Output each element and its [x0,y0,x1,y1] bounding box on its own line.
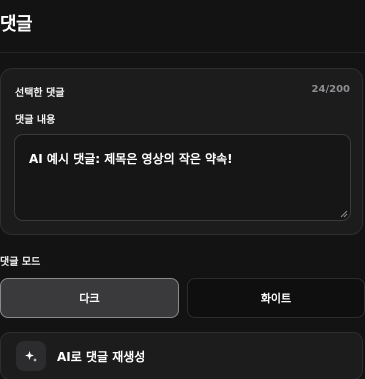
resize-handle-icon[interactable] [340,210,348,218]
comment-panel: 댓글 선택한 댓글 24/200 댓글 내용 AI 예시 댓글: 제목은 영상의… [0,0,365,379]
comment-mode-label: 댓글 모드 [0,257,41,268]
page-title: 댓글 [0,14,33,35]
char-count: 24/200 [311,84,350,95]
regenerate-icon-box [16,341,46,371]
selected-comment-card: 선택한 댓글 24/200 댓글 내용 AI 예시 댓글: 제목은 영상의 작은… [0,68,363,235]
regenerate-label: AI로 댓글 재생성 [57,350,146,364]
selected-comment-label: 선택한 댓글 [15,88,65,99]
comment-textarea[interactable]: AI 예시 댓글: 제목은 영상의 작은 약속! [14,134,351,221]
regenerate-comment-button[interactable]: AI로 댓글 재생성 [0,332,363,379]
comment-text[interactable]: AI 예시 댓글: 제목은 영상의 작은 약속! [29,150,233,167]
comment-content-label: 댓글 내용 [15,115,56,126]
mode-dark-button[interactable]: 다크 [0,278,179,318]
sparkle-icon [25,351,37,362]
header-divider [0,52,365,53]
mode-white-button[interactable]: 화이트 [187,278,365,318]
